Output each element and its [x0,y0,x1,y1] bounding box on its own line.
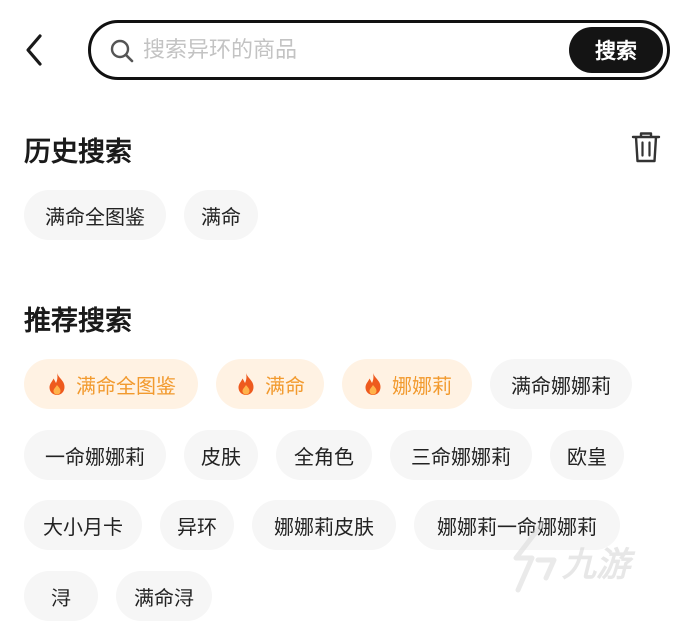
search-bar: 搜索 [88,20,670,80]
watermark-text: 九游 [561,545,636,585]
recommend-chip[interactable]: 皮肤 [184,430,258,480]
recommend-chip-hot[interactable]: 娜娜莉 [342,359,472,409]
recommend-chip-label: 全角色 [294,444,354,469]
recommend-chip[interactable]: 一命娜娜莉 [24,430,166,480]
recommend-chip[interactable]: 欧皇 [550,430,624,480]
jiuyou-logo-watermark: 九游 [513,521,636,593]
history-chip[interactable]: 满命全图鉴 [24,190,166,240]
recommend-chip-label: 娜娜莉 [392,373,452,398]
recommend-chip-label: 浔 [51,585,71,610]
recommend-chip[interactable]: 三命娜娜莉 [390,430,532,480]
recommend-chip-label: 大小月卡 [43,514,123,539]
search-icon [110,39,134,63]
recommend-chip[interactable]: 满命浔 [116,571,212,621]
fire-icon [238,373,254,395]
recommend-chip[interactable]: 浔 [24,571,98,621]
recommend-chip-label: 满命 [265,373,305,398]
recommend-chip[interactable]: 满命娜娜莉 [490,359,632,409]
recommend-chip-label: 满命娜娜莉 [511,373,611,398]
recommend-chip[interactable]: 娜娜莉皮肤 [252,500,396,550]
search-input[interactable] [143,31,563,69]
recommend-chip-label: 一命娜娜莉 [45,444,145,469]
recommend-chip[interactable]: 全角色 [276,430,372,480]
recommend-chip-label: 欧皇 [567,444,607,469]
recommend-chip-label: 皮肤 [201,444,241,469]
trash-icon[interactable] [630,130,662,164]
back-chevron-left-icon[interactable] [20,32,50,68]
recommend-chip-label: 满命全图鉴 [76,373,176,398]
recommend-chip-hot[interactable]: 满命 [216,359,324,409]
recommend-chip[interactable]: 异环 [160,500,234,550]
fire-icon [49,373,65,395]
history-chip-label: 满命 [201,204,241,229]
recommend-chip-label: 三命娜娜莉 [411,444,511,469]
history-chip[interactable]: 满命 [184,190,258,240]
history-section-title: 历史搜索 [24,137,132,168]
recommend-chip-hot[interactable]: 满命全图鉴 [24,359,198,409]
fire-icon [365,373,381,395]
search-button[interactable]: 搜索 [569,27,663,73]
recommend-chip[interactable]: 大小月卡 [24,500,142,550]
recommend-chip-label: 异环 [177,514,217,539]
recommend-section-title: 推荐搜索 [24,306,132,337]
history-chip-label: 满命全图鉴 [45,204,145,229]
recommend-chip-label: 娜娜莉皮肤 [274,514,374,539]
recommend-chip-label: 满命浔 [134,585,194,610]
